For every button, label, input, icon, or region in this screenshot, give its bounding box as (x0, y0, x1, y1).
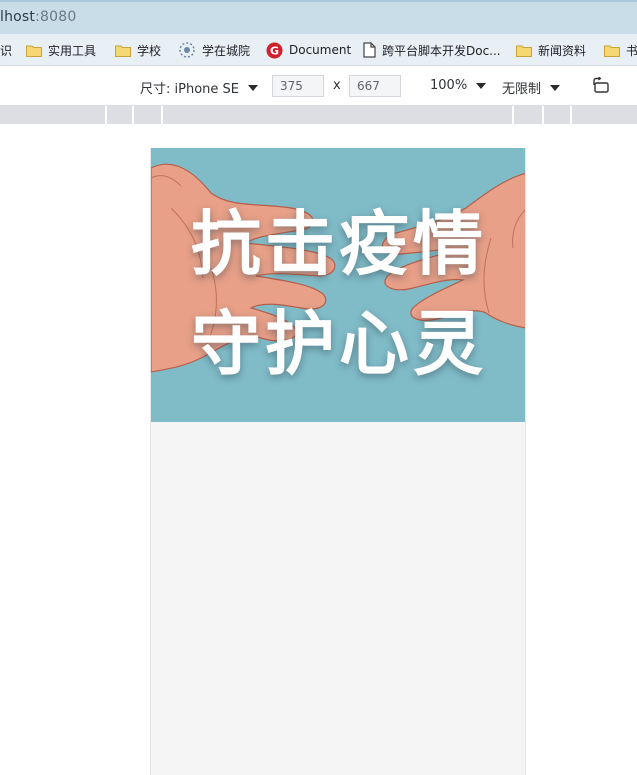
url-host: lhost (0, 9, 36, 25)
folder-icon (115, 44, 131, 57)
caret-down-icon (550, 84, 561, 91)
address-bar[interactable]: lhost:8080 (0, 0, 637, 34)
emulated-device-page: 抗击疫情 守护心灵 (150, 148, 526, 775)
bookmark-item[interactable]: 学在城院 (178, 41, 250, 59)
bookmark-label: 新闻资料 (538, 43, 587, 58)
bookmark-item[interactable]: G Document (266, 41, 351, 59)
ruler-divider (512, 106, 514, 124)
bookmark-label: 跨平台脚本开发Doc... (382, 43, 501, 58)
device-toolbar: 尺寸: iPhone SE 375 x 667 100% 无限制 (0, 66, 637, 106)
bookmark-label: 学在城院 (202, 43, 251, 58)
zoom-dropdown[interactable]: 100% (430, 78, 487, 93)
bookmarks-bar: 识 实用工具 学校 学在城院 G Document 跨平台脚本开发Doc... … (0, 34, 637, 66)
banner-title-line-2: 守护心灵 (191, 303, 487, 385)
ruler-divider (570, 106, 572, 124)
bookmark-item[interactable]: 识 (0, 41, 12, 59)
width-input[interactable]: 375 (272, 75, 324, 97)
zoom-label: 100% (430, 78, 468, 93)
bookmark-label: 学校 (137, 43, 162, 58)
throttle-label: 无限制 (502, 82, 542, 97)
bookmark-label: Document (289, 43, 352, 57)
device-size-label: 尺寸: iPhone SE (140, 82, 239, 97)
url-port: :8080 (35, 9, 77, 25)
caret-down-icon (476, 82, 487, 89)
rotate-icon[interactable] (592, 77, 610, 94)
bookmark-item[interactable]: 新闻资料 (516, 41, 586, 59)
throttle-dropdown[interactable]: 无限制 (502, 78, 561, 97)
bookmark-item[interactable]: 跨平台脚本开发Doc... (363, 41, 501, 59)
folder-icon (516, 44, 532, 57)
folder-icon (26, 44, 42, 57)
caret-down-icon (248, 84, 258, 91)
bookmark-item[interactable]: 实用工具 (26, 41, 96, 59)
device-size-dropdown[interactable]: 尺寸: iPhone SE (140, 78, 258, 97)
ruler-divider (542, 106, 544, 124)
banner-title-line-1: 抗击疫情 (191, 203, 487, 285)
folder-icon (604, 44, 620, 57)
media-query-bar[interactable] (0, 106, 637, 124)
bookmark-label: 书 (626, 43, 637, 58)
ruler-divider (161, 106, 163, 124)
bookmark-item[interactable]: 学校 (115, 41, 161, 59)
dimension-times: x (333, 78, 341, 93)
bookmark-label: 实用工具 (48, 43, 97, 58)
site-icon (178, 41, 196, 59)
svg-text:G: G (270, 44, 279, 57)
ruler-divider (132, 106, 134, 124)
bookmark-label: 识 (0, 43, 13, 58)
url-text[interactable]: lhost:8080 (0, 9, 76, 25)
hero-banner: 抗击疫情 守护心灵 (151, 148, 525, 422)
bookmark-item[interactable]: 书 (604, 41, 637, 59)
file-icon (363, 42, 376, 58)
height-input[interactable]: 667 (349, 75, 401, 97)
red-g-icon: G (266, 42, 283, 59)
ruler-divider (105, 106, 107, 124)
